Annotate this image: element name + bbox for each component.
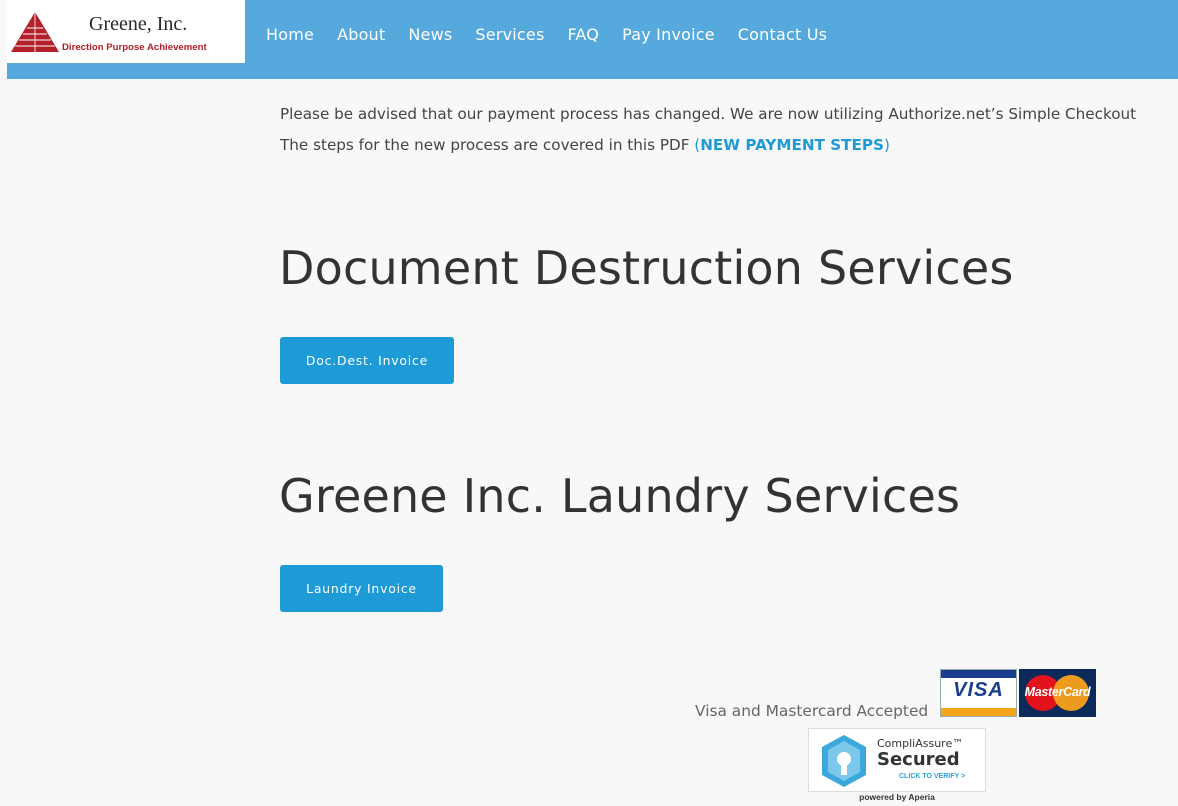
top-navigation-bar: Greene, Inc. Direction Purpose Achieveme… — [7, 0, 1178, 79]
compliassure-secured-text: Secured — [877, 749, 960, 770]
nav-news[interactable]: News — [408, 25, 452, 44]
compliassure-secured-badge[interactable]: CompliAssure™ Secured CLICK TO VERIFY > — [808, 728, 986, 792]
visa-bottom-band — [941, 708, 1016, 716]
new-payment-steps-link[interactable]: NEW PAYMENT STEPS — [700, 136, 884, 154]
powered-by-aperia: powered by Aperia — [859, 792, 935, 802]
nav-contact-us[interactable]: Contact Us — [738, 25, 827, 44]
logo-tagline: Direction Purpose Achievement — [62, 42, 207, 53]
paren-close: ) — [883, 136, 890, 154]
nav-pay-invoice[interactable]: Pay Invoice — [622, 25, 715, 44]
mastercard-logo: MasterCard — [1019, 669, 1096, 717]
logo-triangle-icon — [11, 12, 59, 52]
notice-line-2: The steps for the new process are covere… — [280, 130, 1178, 161]
nav-faq[interactable]: FAQ — [568, 25, 600, 44]
nav-home[interactable]: Home — [266, 25, 314, 44]
nav-about[interactable]: About — [337, 25, 385, 44]
main-nav: Home About News Services FAQ Pay Invoice… — [266, 25, 850, 44]
notice-line-2-text: The steps for the new process are covere… — [280, 136, 695, 154]
notice-line-1: Please be advised that our payment proce… — [280, 105, 1137, 123]
doc-dest-invoice-button[interactable]: Doc.Dest. Invoice — [280, 337, 454, 384]
document-destruction-heading: Document Destruction Services — [279, 241, 1014, 295]
payment-notice: Please be advised that our payment proce… — [280, 99, 1178, 161]
mastercard-logo-text: MasterCard — [1024, 685, 1091, 699]
visa-logo-text: VISA — [953, 679, 1004, 701]
logo-company-name: Greene, Inc. — [89, 13, 188, 35]
laundry-services-heading: Greene Inc. Laundry Services — [279, 469, 961, 523]
site-logo[interactable]: Greene, Inc. Direction Purpose Achieveme… — [7, 0, 245, 63]
visa-logo: VISA — [940, 669, 1017, 717]
nav-services[interactable]: Services — [475, 25, 544, 44]
shield-lock-icon — [822, 735, 866, 787]
cards-accepted-text: Visa and Mastercard Accepted — [695, 702, 929, 720]
visa-top-band — [941, 670, 1016, 678]
laundry-invoice-button[interactable]: Laundry Invoice — [280, 565, 443, 612]
compliassure-verify-link[interactable]: CLICK TO VERIFY > — [899, 773, 965, 780]
